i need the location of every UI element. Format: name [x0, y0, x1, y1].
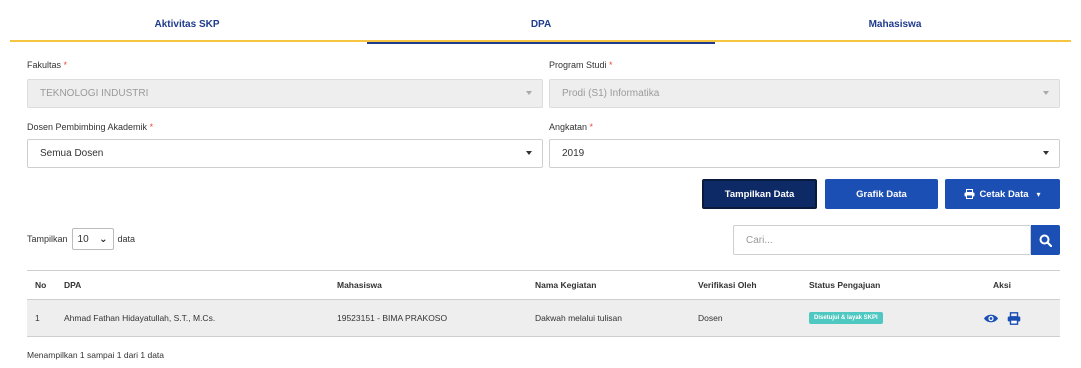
col-verifikasi-oleh[interactable]: Verifikasi Oleh	[698, 271, 757, 299]
chevron-down-icon	[1043, 151, 1049, 155]
status-badge: Disetujui & layak SKPI	[809, 312, 883, 324]
page-length-control: Tampilkan 10 ⌄ data	[27, 228, 135, 250]
angkatan-label: Angkatan *	[549, 122, 594, 132]
col-mahasiswa[interactable]: Mahasiswa	[337, 271, 382, 299]
chevron-down-icon	[1043, 91, 1049, 95]
tampilkan-data-label: Tampilkan Data	[724, 188, 795, 200]
fakultas-select[interactable]: TEKNOLOGI INDUSTRI	[27, 79, 543, 108]
print-icon[interactable]	[1007, 311, 1021, 325]
cell-nama-kegiatan: Dakwah melalui tulisan	[535, 313, 622, 323]
cell-status: Disetujui & layak SKPI	[809, 300, 883, 336]
data-table: No DPA Mahasiswa Nama Kegiatan Verifikas…	[27, 270, 1060, 337]
chevron-down-icon	[526, 151, 532, 155]
show-prefix-label: Tampilkan	[27, 234, 68, 244]
eye-icon[interactable]	[983, 313, 999, 324]
fakultas-label: Fakultas *	[27, 60, 68, 70]
prodi-value: Prodi (S1) Informatika	[562, 88, 660, 99]
prodi-label: Program Studi *	[549, 60, 613, 70]
col-dpa[interactable]: DPA	[64, 271, 81, 299]
cell-aksi	[977, 300, 1027, 336]
fakultas-value: TEKNOLOGI INDUSTRI	[40, 88, 149, 99]
col-no[interactable]: No	[35, 271, 46, 299]
chevron-down-icon	[526, 91, 532, 95]
col-status-pengajuan[interactable]: Status Pengajuan	[809, 271, 880, 299]
page-length-select[interactable]: 10 ⌄	[71, 228, 114, 250]
cell-dpa: Ahmad Fathan Hidayatullah, S.T., M.Cs.	[64, 313, 216, 323]
caret-down-icon: ▾	[1036, 189, 1041, 199]
page-length-value: 10	[77, 233, 89, 245]
angkatan-select[interactable]: 2019	[549, 139, 1060, 168]
tampilkan-data-button[interactable]: Tampilkan Data	[702, 179, 817, 209]
tab-bar: Aktivitas SKP DPA Mahasiswa	[10, 6, 1072, 44]
show-suffix-label: data	[117, 234, 136, 244]
chevron-down-icon: ⌄	[99, 234, 108, 245]
cetak-data-button[interactable]: Cetak Data ▾	[945, 179, 1060, 209]
table-row: 1 Ahmad Fathan Hidayatullah, S.T., M.Cs.…	[27, 300, 1060, 336]
grafik-data-button[interactable]: Grafik Data	[825, 179, 938, 209]
tab-dpa[interactable]: DPA	[364, 6, 718, 44]
search-placeholder: Cari...	[746, 234, 773, 246]
dosen-value: Semua Dosen	[40, 148, 104, 159]
search-icon	[1039, 234, 1052, 247]
cell-no: 1	[35, 313, 40, 323]
angkatan-value: 2019	[562, 148, 585, 159]
col-nama-kegiatan[interactable]: Nama Kegiatan	[535, 271, 596, 299]
table-header-row: No DPA Mahasiswa Nama Kegiatan Verifikas…	[27, 271, 1060, 300]
search-input[interactable]: Cari...	[733, 225, 1031, 255]
dosen-label: Dosen Pembimbing Akademik *	[27, 122, 154, 132]
search-button[interactable]	[1031, 225, 1060, 255]
col-aksi: Aksi	[993, 280, 1011, 290]
cell-verifikasi: Dosen	[698, 313, 723, 323]
table-info: Menampilkan 1 sampai 1 dari 1 data	[27, 350, 165, 360]
prodi-select[interactable]: Prodi (S1) Informatika	[549, 79, 1060, 108]
grafik-data-label: Grafik Data	[856, 188, 907, 200]
tab-mahasiswa[interactable]: Mahasiswa	[718, 6, 1072, 42]
tab-aktivitas-skp[interactable]: Aktivitas SKP	[10, 6, 364, 42]
cell-mahasiswa: 19523151 - BIMA PRAKOSO	[337, 313, 448, 323]
print-icon	[964, 189, 975, 199]
dosen-select[interactable]: Semua Dosen	[27, 139, 543, 168]
cetak-data-label: Cetak Data	[979, 188, 1029, 200]
accent-divider	[10, 40, 1071, 42]
